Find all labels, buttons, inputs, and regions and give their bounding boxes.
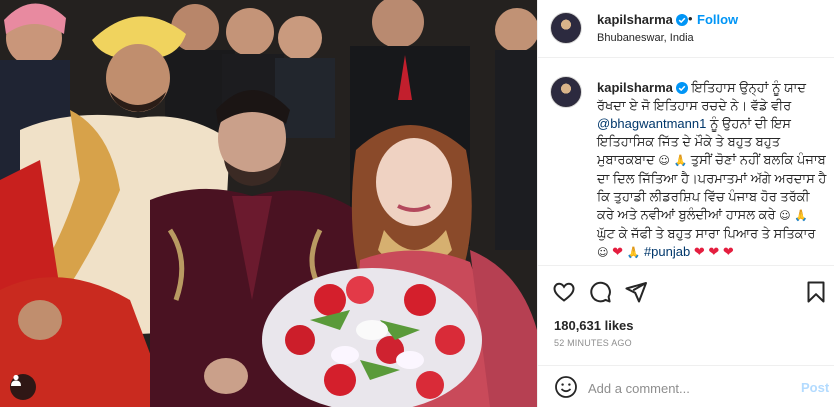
heart-emoji-icon-4: ❤	[722, 245, 734, 260]
grin-emoji-icon: ☺	[658, 154, 670, 167]
caption-hashtag[interactable]: #punjab	[644, 244, 690, 259]
post-comment-button[interactable]: Post	[801, 380, 829, 395]
comment-bubble-icon[interactable]	[588, 280, 612, 304]
like-heart-icon[interactable]	[552, 280, 576, 304]
avatar[interactable]	[550, 12, 582, 44]
tagged-users-button[interactable]	[10, 374, 36, 400]
heart-emoji-icon: ❤	[612, 245, 623, 260]
comment-form: Post	[538, 365, 834, 407]
caption-username[interactable]: kapilsharma	[597, 80, 673, 95]
post-caption: kapilsharma ਇਤਿਹਾਸ ਉਨ੍ਹਾਂ ਨੂੰ ਯਾਦ ਰੱਖਦਾ …	[597, 79, 827, 262]
grin-emoji-icon-3: ☺	[597, 246, 609, 259]
post-username[interactable]: kapilsharma	[597, 12, 688, 27]
post-header: kapilsharma • Follow Bhubaneswar, India	[538, 0, 834, 58]
pray-emoji-icon-2: 🙏	[794, 209, 808, 222]
caption-text-4: ਘੁੱਟ ਕੇ ਜੱਫੀ ਤੇ ਬਹੁਤ ਸਾਰਾ ਪਿਆਰ ਤੇ ਸਤਿਕਾਰ	[597, 226, 816, 241]
grin-emoji-icon-2: ☺	[779, 209, 791, 222]
emoji-smiley-icon[interactable]	[554, 375, 578, 399]
follow-button[interactable]: Follow	[697, 12, 738, 27]
username-text[interactable]: kapilsharma	[597, 12, 673, 27]
likes-count[interactable]: 180,631 likes	[554, 318, 634, 333]
caption-mention[interactable]: @bhagwantmann1	[597, 116, 706, 131]
post-actions	[538, 265, 834, 315]
caption-section: kapilsharma ਇਤਿਹਾਸ ਉਨ੍ਹਾਂ ਨੂੰ ਯਾਦ ਰੱਖਦਾ …	[538, 58, 834, 265]
caption-avatar[interactable]	[550, 76, 582, 108]
share-plane-icon[interactable]	[624, 280, 648, 304]
comment-input[interactable]	[588, 378, 788, 398]
caption-verified-badge-icon	[675, 82, 688, 94]
user-silhouette-icon	[11, 374, 21, 386]
post-photo[interactable]	[0, 0, 537, 407]
post-photo-illustration	[0, 0, 537, 407]
heart-emoji-icon-3: ❤	[708, 245, 720, 260]
verified-badge-icon	[675, 14, 688, 26]
heart-emoji-icon-2: ❤	[693, 245, 705, 260]
save-bookmark-icon[interactable]	[804, 280, 828, 304]
post-location[interactable]: Bhubaneswar, India	[597, 32, 694, 44]
separator-dot: •	[688, 11, 693, 26]
pray-emoji-icon: 🙏	[673, 154, 688, 167]
post-sidebar: kapilsharma • Follow Bhubaneswar, India …	[537, 0, 834, 407]
pray-emoji-icon-3: 🙏	[626, 246, 641, 259]
post-timestamp[interactable]: 52 MINUTES AGO	[554, 338, 632, 348]
